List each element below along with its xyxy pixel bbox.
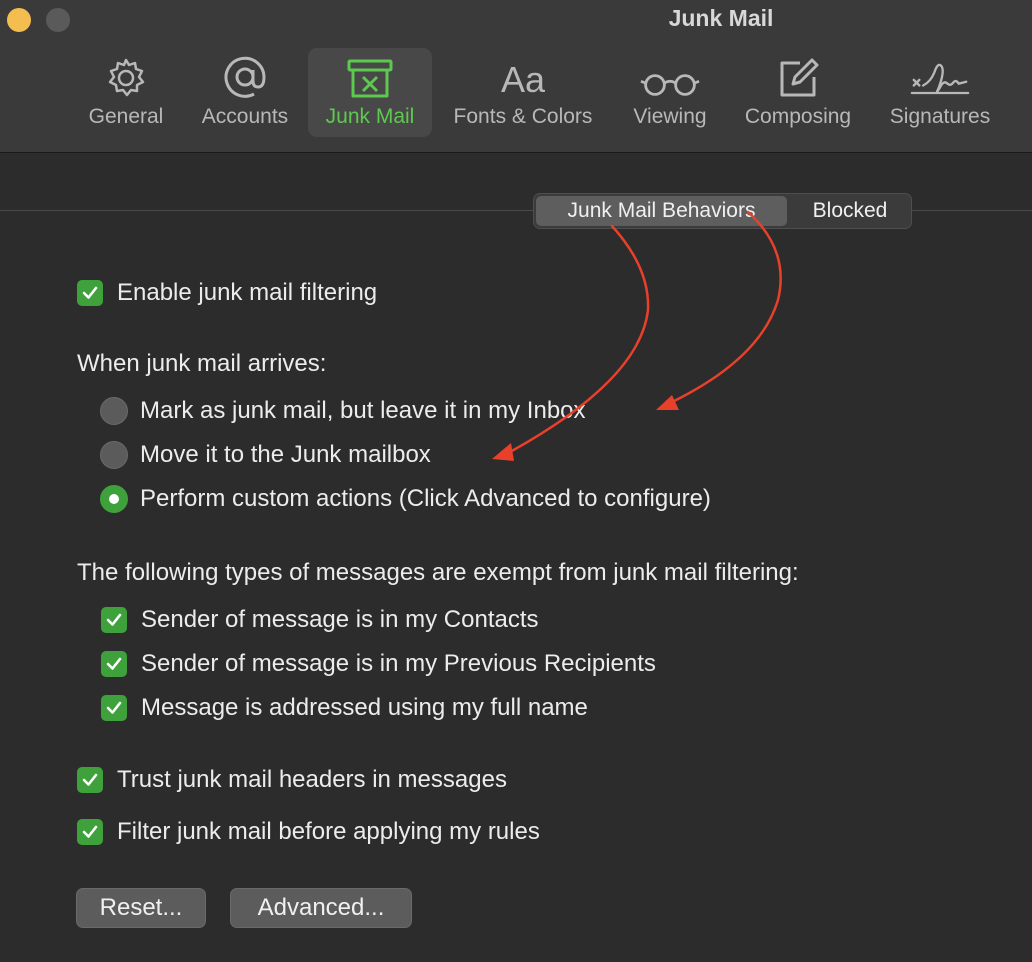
junk-bin-icon — [340, 48, 400, 100]
enable-filtering-option[interactable]: Enable junk mail filtering — [77, 279, 377, 307]
filter-before-rules-checkbox[interactable] — [77, 819, 103, 845]
exempt-option-full-name[interactable]: Message is addressed using my full name — [101, 694, 588, 722]
checkmark-icon — [106, 657, 122, 670]
at-icon — [215, 48, 275, 100]
toolbar-label: Junk Mail — [325, 105, 415, 128]
window-title: Junk Mail — [668, 5, 774, 31]
tab-junk-mail-behaviors[interactable]: Junk Mail Behaviors — [536, 196, 787, 226]
radio-button-selected[interactable] — [100, 485, 128, 513]
exempt-option-contacts[interactable]: Sender of message is in my Contacts — [101, 606, 539, 634]
trust-headers-checkbox[interactable] — [77, 767, 103, 793]
exempt-checkbox[interactable] — [101, 607, 127, 633]
arrival-option-custom-actions[interactable]: Perform custom actions (Click Advanced t… — [100, 485, 711, 513]
exempt-heading: The following types of messages are exem… — [77, 559, 799, 586]
toolbar-label: Viewing — [633, 105, 707, 128]
radio-button[interactable] — [100, 441, 128, 469]
zoom-button[interactable] — [46, 8, 70, 32]
segmented-control: Junk Mail Behaviors Blocked — [533, 193, 912, 229]
exempt-checkbox[interactable] — [101, 695, 127, 721]
arrowhead-icon — [492, 443, 514, 461]
exempt-option-label: Sender of message is in my Contacts — [141, 606, 539, 633]
arrival-heading: When junk mail arrives: — [77, 350, 327, 377]
toolbar-label: Signatures — [889, 105, 991, 128]
arrival-option-label: Perform custom actions (Click Advanced t… — [140, 485, 711, 512]
toolbar-label: Accounts — [201, 105, 289, 128]
exempt-option-label: Message is addressed using my full name — [141, 694, 588, 721]
checkmark-icon — [106, 701, 122, 714]
trust-headers-option[interactable]: Trust junk mail headers in messages — [77, 766, 507, 794]
toolbar-item-accounts[interactable]: Accounts — [190, 48, 300, 137]
toolbar: Junk Mail General Accounts Junk Mail Aa … — [0, 0, 1032, 153]
checkmark-icon — [82, 825, 98, 838]
toolbar-item-composing[interactable]: Composing — [734, 48, 862, 137]
toolbar-item-signatures[interactable]: Signatures — [878, 48, 1002, 137]
arrival-option-mark-junk[interactable]: Mark as junk mail, but leave it in my In… — [100, 397, 586, 425]
advanced-button[interactable]: Advanced... — [230, 888, 412, 928]
reset-button[interactable]: Reset... — [76, 888, 206, 928]
toolbar-label: Fonts & Colors — [453, 105, 593, 128]
enable-filtering-checkbox[interactable] — [77, 280, 103, 306]
checkmark-icon — [82, 773, 98, 786]
arrival-option-move-junk[interactable]: Move it to the Junk mailbox — [100, 441, 431, 469]
toolbar-item-fonts-colors[interactable]: Aa Fonts & Colors — [440, 48, 606, 137]
arrival-option-label: Mark as junk mail, but leave it in my In… — [140, 397, 586, 424]
toolbar-label: Composing — [744, 105, 852, 128]
exempt-option-label: Sender of message is in my Previous Reci… — [141, 650, 656, 677]
minimize-button[interactable] — [7, 8, 31, 32]
checkmark-icon — [106, 613, 122, 626]
exempt-checkbox[interactable] — [101, 651, 127, 677]
toolbar-item-viewing[interactable]: Viewing — [622, 48, 718, 137]
trust-headers-label: Trust junk mail headers in messages — [117, 766, 507, 793]
exempt-option-previous-recipients[interactable]: Sender of message is in my Previous Reci… — [101, 650, 656, 678]
gear-icon — [96, 48, 156, 100]
enable-filtering-label: Enable junk mail filtering — [117, 279, 378, 306]
toolbar-item-junk-mail[interactable]: Junk Mail — [308, 48, 432, 137]
glasses-icon — [640, 48, 700, 100]
annotation-arrow-mark-junk — [666, 210, 782, 406]
fonts-icon: Aa — [500, 59, 546, 100]
arrival-option-label: Move it to the Junk mailbox — [140, 441, 431, 468]
filter-before-rules-label: Filter junk mail before applying my rule… — [117, 818, 540, 845]
radio-button[interactable] — [100, 397, 128, 425]
toolbar-label: General — [88, 105, 164, 128]
tab-blocked[interactable]: Blocked — [789, 194, 911, 228]
checkmark-icon — [82, 286, 98, 299]
arrowhead-icon — [656, 395, 679, 410]
filter-before-rules-option[interactable]: Filter junk mail before applying my rule… — [77, 818, 540, 846]
signature-icon — [910, 48, 970, 100]
toolbar-item-general[interactable]: General — [78, 48, 174, 137]
compose-icon — [768, 48, 828, 100]
